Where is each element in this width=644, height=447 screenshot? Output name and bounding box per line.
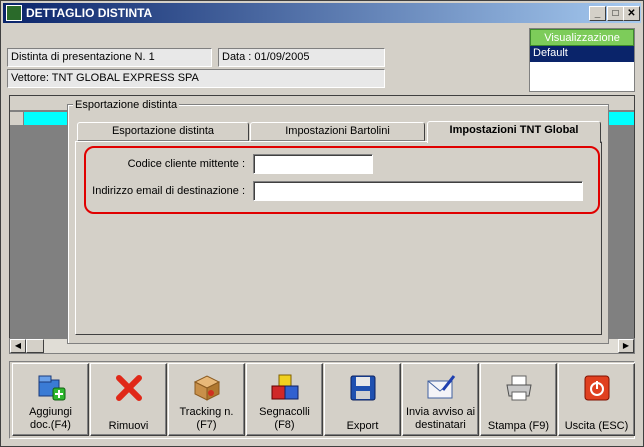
email-label: Indirizzo email di destinazione : (92, 185, 245, 197)
window-title: DETTAGLIO DISTINTA (26, 6, 153, 20)
app-icon (6, 5, 22, 21)
exit-icon (584, 375, 610, 401)
minimize-button[interactable]: _ (589, 6, 606, 21)
aggiungi-label: Aggiungi doc.(F4) (29, 406, 72, 431)
distinta-field: Distinta di presentazione N. 1 (7, 48, 212, 67)
uscita-label: Uscita (ESC) (564, 420, 629, 432)
export-group-label: Esportazione distinta (73, 99, 180, 111)
printer-icon (506, 375, 532, 401)
window: DETTAGLIO DISTINTA _ □ ✕ Distinta di pre… (0, 0, 644, 447)
tracking-button[interactable]: Tracking n. (F7) (168, 363, 245, 436)
export-button[interactable]: Export (324, 363, 401, 436)
vettore-field: Vettore: TNT GLOBAL EXPRESS SPA (7, 69, 385, 88)
rimuovi-button[interactable]: Rimuovi (90, 363, 167, 436)
stampa-label: Stampa (F9) (487, 420, 550, 432)
close-button[interactable]: ✕ (623, 6, 640, 21)
rimuovi-label: Rimuovi (108, 420, 149, 432)
visualizzazione-header: Visualizzazione (530, 29, 634, 46)
segnacolli-label: Segnacolli (F8) (259, 406, 310, 431)
codice-cliente-label: Codice cliente mittente : (127, 158, 245, 170)
row-selector[interactable] (10, 112, 24, 125)
floppy-disk-icon (350, 375, 376, 401)
uscita-button[interactable]: Uscita (ESC) (558, 363, 635, 436)
aggiungi-button[interactable]: Aggiungi doc.(F4) (12, 363, 89, 436)
visualizzazione-panel: Visualizzazione Default (529, 28, 635, 92)
invia-avviso-button[interactable]: Invia avviso ai destinatari (402, 363, 479, 436)
codice-cliente-input[interactable] (253, 154, 373, 174)
maximize-button[interactable]: □ (607, 6, 624, 21)
envelope-icon (427, 375, 456, 399)
add-document-icon (38, 375, 66, 401)
segnacolli-button[interactable]: Segnacolli (F8) (246, 363, 323, 436)
email-input[interactable] (253, 181, 583, 201)
invia-avviso-label: Invia avviso ai destinatari (405, 406, 476, 431)
export-label: Export (346, 420, 379, 432)
visualizzazione-item-default[interactable]: Default (530, 46, 634, 62)
scroll-thumb[interactable] (26, 339, 44, 353)
stampa-button[interactable]: Stampa (F9) (480, 363, 557, 436)
package-icon (193, 375, 221, 401)
tracking-label: Tracking n. (F7) (179, 406, 234, 431)
remove-icon (116, 375, 142, 401)
data-field: Data : 01/09/2005 (218, 48, 385, 67)
tab-tnt-global[interactable]: Impostazioni TNT Global (427, 121, 601, 143)
boxes-icon (271, 374, 299, 400)
tab-esportazione[interactable]: Esportazione distinta (77, 122, 249, 141)
title-bar[interactable]: DETTAGLIO DISTINTA _ □ ✕ (3, 3, 641, 23)
scroll-right-button[interactable]: ▶ (618, 339, 634, 353)
scroll-left-button[interactable]: ◀ (10, 339, 26, 353)
tab-bartolini[interactable]: Impostazioni Bartolini (250, 122, 425, 141)
